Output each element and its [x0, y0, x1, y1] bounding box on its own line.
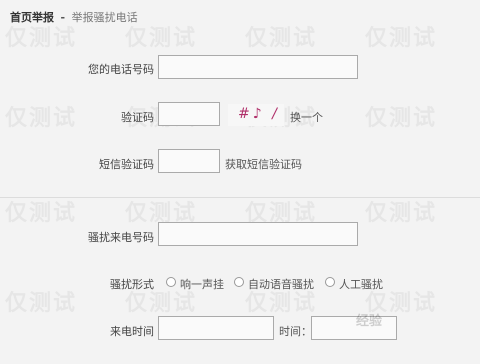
watermark: 仅测试: [245, 26, 318, 51]
breadcrumb: 首页举报 - 举报骚扰电话: [10, 9, 138, 25]
breadcrumb-current: 举报骚扰电话: [71, 11, 138, 24]
captcha-refresh-link[interactable]: 换一个: [290, 109, 323, 125]
watermark: 仅测试: [5, 291, 78, 316]
radio-ring-once[interactable]: [166, 277, 176, 287]
sms-code-label: 短信验证码: [99, 158, 154, 171]
radio-ring-once-label: 响一声挂: [180, 278, 224, 291]
radio-manual-label: 人工骚扰: [339, 278, 383, 291]
captcha-image[interactable]: #♪ /: [228, 104, 284, 126]
watermark: 仅测试: [365, 106, 438, 131]
sms-code-input[interactable]: [158, 149, 220, 173]
caller-number-input[interactable]: [158, 222, 358, 246]
breadcrumb-separator: -: [60, 11, 66, 24]
site-logo: 经验: [356, 310, 382, 329]
call-date-input[interactable]: [158, 316, 274, 340]
radio-auto-voice-label: 自动语音骚扰: [248, 278, 314, 291]
radio-manual[interactable]: [325, 277, 335, 287]
watermark: 仅测试: [365, 201, 438, 226]
call-time-label: 来电时间: [110, 325, 154, 338]
section-divider: [0, 197, 480, 198]
harassment-type-label: 骚扰形式: [110, 278, 154, 291]
call-time-input[interactable]: [311, 316, 397, 340]
get-sms-code-link[interactable]: 获取短信验证码: [225, 156, 302, 172]
phone-input[interactable]: [158, 55, 358, 79]
watermark: 仅测试: [5, 106, 78, 131]
watermark: 仅测试: [365, 26, 438, 51]
caller-number-label: 骚扰来电号码: [88, 231, 154, 244]
logo-text: 经验: [356, 314, 383, 329]
captcha-label: 验证码: [121, 111, 154, 124]
breadcrumb-home[interactable]: 首页举报: [10, 11, 54, 24]
watermark: 仅测试: [5, 201, 78, 226]
call-time-label-2: 时间：: [279, 325, 312, 338]
radio-auto-voice[interactable]: [234, 277, 244, 287]
captcha-input[interactable]: [158, 102, 220, 126]
phone-label: 您的电话号码: [88, 63, 154, 76]
